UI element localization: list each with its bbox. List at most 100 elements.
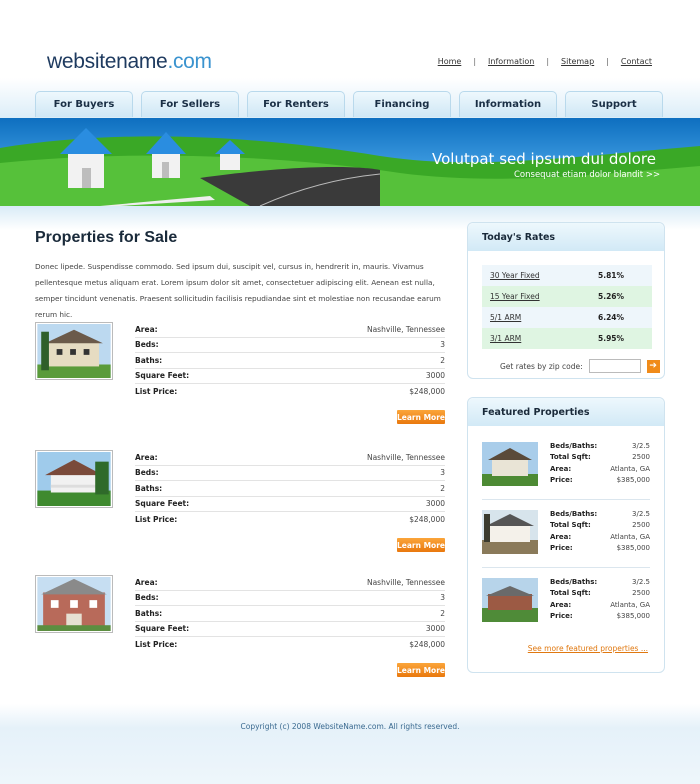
toplink-home[interactable]: Home bbox=[438, 57, 462, 66]
rate-term-link[interactable]: 30 Year Fixed bbox=[482, 271, 598, 280]
spec-value: 3 bbox=[440, 340, 445, 350]
property-photo[interactable] bbox=[35, 450, 113, 508]
spec-label: Beds/Baths: bbox=[550, 441, 598, 450]
house-photo-icon bbox=[482, 510, 538, 554]
spec-value: 2 bbox=[440, 355, 445, 365]
footer bbox=[0, 704, 700, 784]
spec-label: Baths: bbox=[135, 483, 163, 493]
house-photo-icon bbox=[482, 442, 538, 486]
spec-label: Baths: bbox=[135, 355, 163, 365]
spec-row: Square Feet: 3000 bbox=[135, 497, 445, 512]
toplink-sitemap[interactable]: Sitemap bbox=[561, 57, 594, 66]
spec-value: Nashville, Tennessee bbox=[366, 452, 445, 462]
zip-input[interactable] bbox=[588, 359, 641, 373]
spec-label: List Price: bbox=[135, 639, 178, 649]
featured-item: Beds/Baths: 3/2.5 Total Sqft: 2500 Area: At… bbox=[482, 432, 650, 500]
rates-title: Today's Rates bbox=[468, 223, 664, 251]
rate-term-link[interactable]: 15 Year Fixed bbox=[482, 292, 598, 301]
spec-label: Square Feet: bbox=[135, 371, 190, 381]
banner-link[interactable]: Consequat etiam dolor blandit >> bbox=[514, 170, 660, 180]
spec-value: 3 bbox=[440, 593, 445, 603]
see-more-link[interactable]: See more featured properties ... bbox=[528, 644, 648, 653]
spec-value: $248,000 bbox=[409, 639, 445, 649]
logo-name: websitename bbox=[47, 50, 168, 73]
logo-tld: .com bbox=[167, 50, 212, 73]
spec-label: Price: bbox=[550, 544, 573, 553]
rate-value: 6.24% bbox=[598, 313, 625, 322]
spec-value: 3000 bbox=[425, 499, 445, 509]
featured-specs: Beds/Baths: 3/2.5 Total Sqft: 2500 Area: At… bbox=[550, 440, 650, 486]
spec-value: $385,000 bbox=[616, 544, 650, 553]
property-photo[interactable] bbox=[35, 575, 113, 633]
featured-item: Beds/Baths: 3/2.5 Total Sqft: 2500 Area: At… bbox=[482, 568, 650, 635]
spec-value: 2 bbox=[440, 608, 445, 618]
spec-value: 3000 bbox=[425, 624, 445, 634]
nav-tab-support[interactable]: Support bbox=[565, 91, 663, 117]
rate-row: 30 Year Fixed 5.81% bbox=[482, 265, 652, 286]
nav-tab-sellers[interactable]: For Sellers bbox=[141, 91, 239, 117]
rate-row: 3/1 ARM 5.95% bbox=[482, 328, 652, 349]
spec-label: Beds/Baths: bbox=[550, 509, 598, 518]
spec-label: Area: bbox=[550, 532, 572, 541]
site-logo[interactable]: websitename.com bbox=[47, 50, 212, 74]
property-photo[interactable] bbox=[35, 322, 113, 380]
property-specs: Area: Nashville, Tennessee Beds: 3 Baths: 2… bbox=[135, 575, 445, 652]
spec-value: Nashville, Tennessee bbox=[366, 324, 445, 334]
spec-label: Total Sqft: bbox=[550, 453, 591, 462]
rate-term-link[interactable]: 3/1 ARM bbox=[482, 334, 598, 343]
property-specs: Area: Nashville, Tennessee Beds: 3 Baths: 2… bbox=[135, 322, 445, 399]
main-nav: For Buyers For Sellers For Renters Finan… bbox=[35, 91, 663, 117]
spec-label: Beds: bbox=[135, 593, 159, 603]
house-photo-icon bbox=[37, 452, 111, 506]
featured-item: Beds/Baths: 3/2.5 Total Sqft: 2500 Area: At… bbox=[482, 500, 650, 568]
featured-photo[interactable] bbox=[482, 442, 538, 486]
house-photo-icon bbox=[37, 324, 111, 378]
learn-more-button[interactable]: Learn More bbox=[397, 538, 445, 552]
property-listing: Area: Nashville, Tennessee Beds: 3 Baths: 2… bbox=[35, 450, 447, 560]
spec-row: Beds: 3 bbox=[135, 466, 445, 481]
spec-row: Beds: 3 bbox=[135, 591, 445, 606]
nav-tab-financing[interactable]: Financing bbox=[353, 91, 451, 117]
spec-value: Nashville, Tennessee bbox=[366, 577, 445, 587]
spec-row: Baths: 2 bbox=[135, 353, 445, 369]
separator: | bbox=[546, 57, 550, 66]
spec-label: Beds: bbox=[135, 340, 159, 350]
arrow-right-icon[interactable]: ➔ bbox=[646, 359, 660, 373]
spec-label: Square Feet: bbox=[135, 624, 190, 634]
toplink-contact[interactable]: Contact bbox=[621, 57, 652, 66]
spec-label: Total Sqft: bbox=[550, 521, 591, 530]
spec-row: Area: Nashville, Tennessee bbox=[135, 450, 445, 466]
rate-term-link[interactable]: 5/1 ARM bbox=[482, 313, 598, 322]
spec-value: 3/2.5 bbox=[632, 577, 650, 586]
spec-label: Area: bbox=[550, 464, 572, 473]
nav-tab-information[interactable]: Information bbox=[459, 91, 557, 117]
spec-value: Atlanta, GA bbox=[610, 600, 650, 609]
spec-label: Beds/Baths: bbox=[550, 577, 598, 586]
learn-more-button[interactable]: Learn More bbox=[397, 410, 445, 424]
rates-panel: Today's Rates 30 Year Fixed 5.81% 15 Year… bbox=[467, 222, 665, 379]
nav-tab-buyers[interactable]: For Buyers bbox=[35, 91, 133, 117]
spec-value: 2500 bbox=[632, 453, 650, 462]
featured-specs: Beds/Baths: 3/2.5 Total Sqft: 2500 Area: At… bbox=[550, 576, 650, 622]
spec-row: List Price: $248,000 bbox=[135, 637, 445, 652]
spec-row: List Price: $248,000 bbox=[135, 512, 445, 527]
spec-label: Baths: bbox=[135, 608, 163, 618]
rate-value: 5.81% bbox=[598, 271, 625, 280]
toplink-information[interactable]: Information bbox=[488, 57, 534, 66]
nav-tab-renters[interactable]: For Renters bbox=[247, 91, 345, 117]
spec-row: Baths: 2 bbox=[135, 606, 445, 622]
featured-photo[interactable] bbox=[482, 578, 538, 622]
featured-specs: Beds/Baths: 3/2.5 Total Sqft: 2500 Area: At… bbox=[550, 508, 650, 554]
featured-photo[interactable] bbox=[482, 510, 538, 554]
banner-headline: Volutpat sed ipsum dui dolore bbox=[432, 150, 656, 168]
spec-value: $385,000 bbox=[616, 612, 650, 621]
spec-label: List Price: bbox=[135, 386, 178, 396]
spec-label: Price: bbox=[550, 476, 573, 485]
copyright-text: Copyright (c) 2008 WebsiteName.com. All … bbox=[240, 722, 460, 731]
zip-label: Get rates by zip code: bbox=[500, 361, 583, 371]
spec-label: Area: bbox=[135, 452, 158, 462]
rate-value: 5.95% bbox=[598, 334, 625, 343]
spec-label: Beds: bbox=[135, 468, 159, 478]
learn-more-button[interactable]: Learn More bbox=[397, 663, 445, 677]
spec-row: Beds: 3 bbox=[135, 338, 445, 353]
